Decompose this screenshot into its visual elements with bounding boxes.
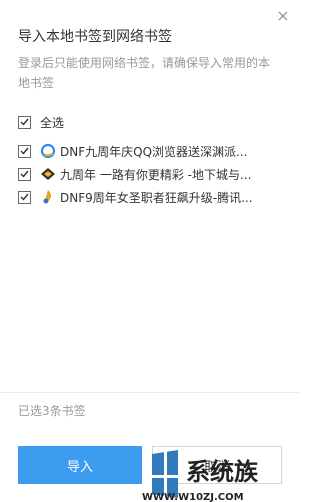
select-all-label: 全选: [40, 115, 65, 130]
dialog-subtitle: 登录后只能使用网络书签，请确保导入常用的本地书签: [18, 56, 271, 90]
import-bookmarks-dialog: 导入本地书签到网络书签 登录后只能使用网络书签，请确保导入常用的本地书签 全选 …: [0, 0, 300, 502]
bookmark-label: DNF九周年庆QQ浏览器送深渊派...: [60, 144, 248, 159]
cancel-button[interactable]: 取消: [152, 446, 282, 484]
footer-divider: [0, 392, 300, 393]
select-all-checkbox[interactable]: [18, 115, 31, 129]
bookmark-label: DNF9周年女圣职者狂飙升级-腾讯...: [60, 190, 253, 205]
bookmark-checkbox[interactable]: [18, 190, 31, 204]
dialog-title: 导入本地书签到网络书签: [18, 29, 172, 45]
tencent-game-icon: [40, 189, 56, 205]
bookmark-item[interactable]: DNF9周年女圣职者狂飙升级-腾讯...: [18, 187, 253, 207]
bookmark-checkbox[interactable]: [18, 167, 31, 181]
watermark-site: WWW.W10ZJ.COM: [142, 492, 244, 502]
bookmark-label: 九周年 一路有你更精彩 -地下城与...: [60, 167, 252, 182]
selected-count: 已选3条书签: [18, 404, 86, 418]
import-button[interactable]: 导入: [18, 446, 142, 484]
dnf-game-icon: [40, 166, 56, 182]
select-all-row[interactable]: 全选: [18, 112, 64, 132]
bookmark-item[interactable]: 九周年 一路有你更精彩 -地下城与...: [18, 164, 251, 184]
qq-browser-icon: [40, 143, 56, 159]
bookmark-item[interactable]: DNF九周年庆QQ浏览器送深渊派...: [18, 141, 247, 161]
close-icon[interactable]: [276, 8, 290, 22]
bookmark-checkbox[interactable]: [18, 144, 31, 158]
